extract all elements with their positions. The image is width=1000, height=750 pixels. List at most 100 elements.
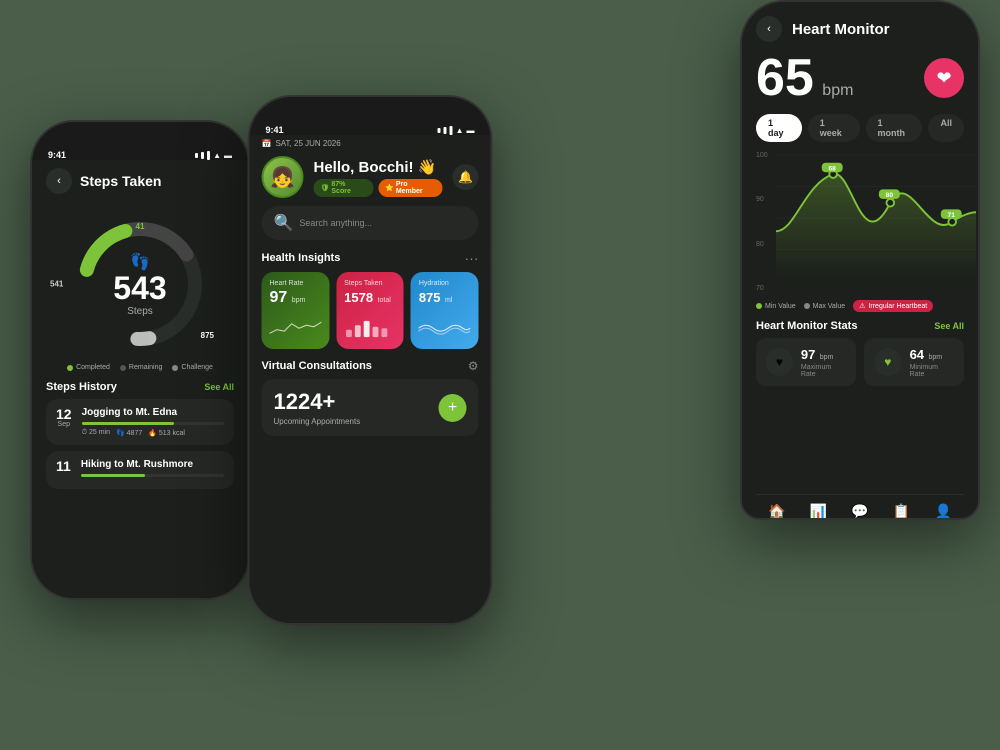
stat-kcal-0: 🔥 513 kcal bbox=[148, 429, 185, 437]
time-center: 9:41 bbox=[266, 125, 284, 135]
dot-max bbox=[804, 303, 810, 309]
stats-row: ♥ 97 bpm Maximum Rate ♥ bbox=[756, 338, 964, 386]
legend-max-label: Max Value bbox=[813, 303, 846, 310]
bpm-display: 65 bpm bbox=[756, 52, 853, 104]
steps-value-row: 1578 total bbox=[344, 289, 396, 307]
y-axis: 100 90 80 70 bbox=[756, 152, 768, 292]
phone-left: 9:41 ▲ ▬ ‹ Steps Taken bbox=[30, 120, 250, 600]
add-consultation-button[interactable]: + bbox=[439, 394, 467, 422]
stat-max-label: Maximum Rate bbox=[801, 364, 846, 378]
phone-right: ‹ Heart Monitor 65 bpm ❤ 1 day 1 week 1 … bbox=[740, 0, 980, 520]
ring-label-top: 41 bbox=[136, 222, 145, 231]
tab-1month[interactable]: 1 month bbox=[866, 114, 923, 142]
profile-row: 👧 Hello, Bocchi! 👋 🛡 87% Score ⭐ Pro Mem… bbox=[262, 156, 479, 198]
tab-1day[interactable]: 1 day bbox=[756, 114, 802, 142]
steps-card[interactable]: Steps Taken 1578 total bbox=[336, 272, 404, 349]
see-all-right[interactable]: See All bbox=[934, 321, 964, 331]
steps-number: 543 bbox=[113, 272, 166, 304]
insights-more-icon[interactable]: ··· bbox=[465, 250, 479, 266]
consult-card: 1224+ Upcoming Appointments + bbox=[262, 379, 479, 436]
score-badge: 🛡 87% Score bbox=[314, 179, 374, 197]
consult-info: 1224+ Upcoming Appointments bbox=[274, 389, 361, 426]
svg-text:68: 68 bbox=[828, 165, 836, 172]
signal2 bbox=[201, 152, 204, 159]
heart-rate-card[interactable]: Heart Rate 97 bpm bbox=[262, 272, 330, 349]
score-label: 87% Score bbox=[331, 181, 366, 195]
consult-settings-icon[interactable]: ⚙ bbox=[468, 359, 479, 373]
heart-rate-max-icon: ♥ bbox=[766, 348, 793, 376]
chart-legend: Min Value Max Value ⚠ Irregular Heartbea… bbox=[756, 300, 964, 312]
date-box-0: 12 Sep bbox=[56, 407, 72, 428]
phone-center: 9:41 ▲ ▬ 📅 SAT, 25 JUN 2026 👧 Hello, Boc… bbox=[248, 95, 493, 625]
bar-fill-1 bbox=[81, 474, 145, 477]
consult-sub: Upcoming Appointments bbox=[274, 417, 361, 426]
stat-min-info: 64 bpm Minimum Rate bbox=[910, 346, 954, 378]
center-phone-content: 📅 SAT, 25 JUN 2026 👧 Hello, Bocchi! 👋 🛡 … bbox=[250, 135, 491, 625]
date-row: 📅 SAT, 25 JUN 2026 bbox=[262, 135, 479, 148]
history-info-1: Hiking to Mt. Rushmore bbox=[81, 459, 224, 481]
hm-title: Heart Monitor bbox=[792, 21, 890, 38]
hydration-chart bbox=[419, 311, 471, 341]
pro-label: Pro Member bbox=[396, 181, 436, 195]
nav-chat-right[interactable]: 💬 bbox=[851, 503, 868, 520]
avatar: 👧 bbox=[262, 156, 304, 198]
right-phone-content: ‹ Heart Monitor 65 bpm ❤ 1 day 1 week 1 … bbox=[742, 8, 978, 520]
wifi-icon-c: ▲ bbox=[456, 126, 464, 135]
hydration-wave-svg bbox=[419, 311, 471, 341]
sig2 bbox=[444, 127, 447, 134]
star-icon: ⭐ bbox=[385, 184, 394, 192]
bar-fill-0 bbox=[82, 422, 175, 425]
nav-docs-right[interactable]: 📋 bbox=[893, 503, 910, 520]
history-item-0[interactable]: 12 Sep Jogging to Mt. Edna ⏱ 25 min 👣 48… bbox=[46, 399, 234, 445]
date-text: SAT, 25 JUN 2026 bbox=[275, 139, 340, 148]
back-button-left[interactable]: ‹ bbox=[46, 168, 72, 194]
y-70: 70 bbox=[756, 285, 768, 292]
stats-title: Heart Monitor Stats bbox=[756, 320, 857, 332]
tab-all[interactable]: All bbox=[928, 114, 964, 142]
nav-profile-right[interactable]: 👤 bbox=[934, 503, 951, 520]
dot-challenge bbox=[172, 365, 178, 371]
tab-1week[interactable]: 1 week bbox=[808, 114, 860, 142]
phones-container: 9:41 ▲ ▬ ‹ Steps Taken bbox=[0, 0, 1000, 750]
legend-max-value: Max Value bbox=[804, 300, 846, 312]
date-mon-0: Sep bbox=[56, 421, 72, 428]
steps-ring: 41 875 541 👣 543 Steps bbox=[46, 214, 234, 354]
search-icon: 🔍 bbox=[274, 213, 294, 233]
steps-label: Steps bbox=[113, 306, 166, 317]
dot-completed bbox=[67, 365, 73, 371]
search-placeholder: Search anything... bbox=[299, 218, 372, 228]
steps-chart bbox=[344, 311, 396, 341]
history-name-0: Jogging to Mt. Edna bbox=[82, 407, 224, 418]
search-bar[interactable]: 🔍 Search anything... bbox=[262, 206, 479, 240]
back-button-right[interactable]: ‹ bbox=[756, 16, 782, 42]
history-item-1[interactable]: 11 Hiking to Mt. Rushmore bbox=[46, 451, 234, 489]
signal3 bbox=[207, 151, 210, 160]
y-90: 90 bbox=[756, 196, 768, 203]
hr-label: Heart Rate bbox=[270, 280, 322, 287]
notification-button[interactable]: 🔔 bbox=[453, 164, 479, 190]
stat-min-label: Minimum Rate bbox=[910, 364, 954, 378]
dot-min bbox=[756, 303, 762, 309]
nav-home-right[interactable]: 🏠 bbox=[768, 503, 785, 520]
sig1 bbox=[438, 128, 441, 133]
legend-challenge: Challenge bbox=[172, 364, 213, 371]
status-icons-center: ▲ ▬ bbox=[438, 126, 475, 135]
nav-stats-right[interactable]: 📊 bbox=[810, 503, 827, 520]
legend-min-value: Min Value bbox=[756, 300, 796, 312]
stat-time-0: ⏱ 25 min bbox=[82, 429, 110, 437]
date-box-1: 11 bbox=[56, 459, 71, 473]
signal1 bbox=[195, 153, 198, 158]
time-left: 9:41 bbox=[48, 150, 66, 160]
bar-track-1 bbox=[81, 474, 224, 477]
hr-chart bbox=[270, 311, 322, 341]
hydration-card[interactable]: Hydration 875 ml bbox=[411, 272, 479, 349]
hydration-label: Hydration bbox=[419, 280, 471, 287]
stat-min-val-row: 64 bpm bbox=[910, 346, 954, 364]
steps-card-label: Steps Taken bbox=[344, 280, 396, 287]
status-icons-left: ▲ ▬ bbox=[195, 151, 232, 160]
heart-button[interactable]: ❤ bbox=[924, 58, 964, 98]
see-all-left[interactable]: See All bbox=[204, 382, 234, 392]
heart-chart-svg: 68 80 71 bbox=[776, 152, 976, 282]
insights-header: Health Insights ··· bbox=[262, 250, 479, 266]
steps-card-unit: total bbox=[378, 297, 391, 304]
